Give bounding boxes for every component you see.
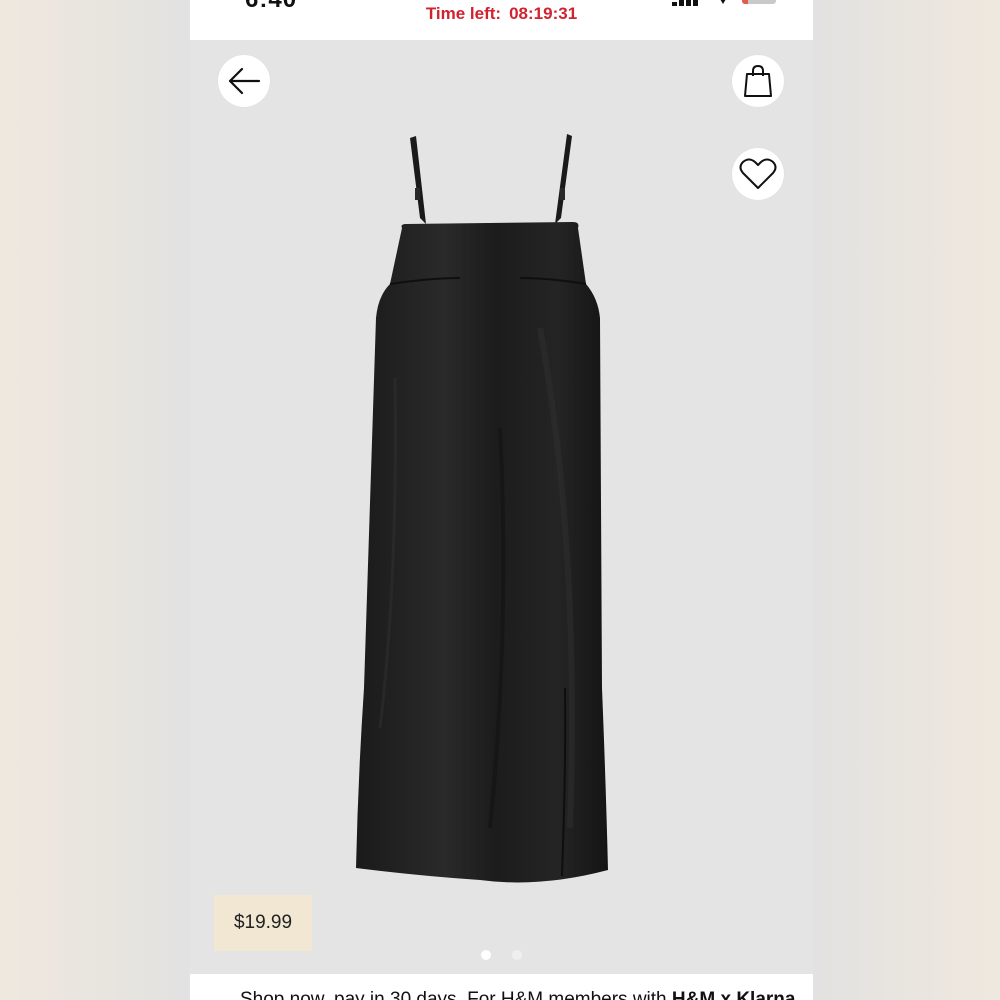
timer-label: Time left: xyxy=(425,4,502,23)
price-tag: $19.99 xyxy=(214,895,312,951)
battery-icon xyxy=(742,0,776,4)
price-value: $19.99 xyxy=(233,912,293,933)
timer-value: 08:19:31 xyxy=(509,4,578,23)
back-button[interactable] xyxy=(218,55,270,107)
shopping-bag-icon xyxy=(744,64,772,97)
signal-icon xyxy=(672,0,700,6)
shopping-bag-button[interactable] xyxy=(732,55,784,107)
promo-text: Shop now, pay in 30 days. For H&M member… xyxy=(240,989,795,1000)
carousel-dot[interactable] xyxy=(511,950,522,960)
status-bar: 6:40 Time left:08:19:31 xyxy=(190,0,813,40)
product-image-carousel[interactable]: $19.99 xyxy=(190,40,813,974)
carousel-dot[interactable] xyxy=(481,950,492,960)
heart-icon xyxy=(739,158,777,189)
promo-brand: H&M x Klarna xyxy=(671,989,796,1000)
product-image xyxy=(356,134,608,883)
arrow-left-icon xyxy=(228,67,261,95)
countdown-timer: Time left: 08:19:31 xyxy=(190,4,813,24)
carousel-dots xyxy=(190,947,813,965)
wifi-icon xyxy=(717,0,729,4)
phone-screen: 6:40 Time left:08:19:31 xyxy=(190,0,813,1000)
promo-text-pre: Shop now, pay in 30 days. For H&M member… xyxy=(240,989,667,1000)
favorite-button[interactable] xyxy=(732,148,784,200)
klarna-promo-bar[interactable]: Shop now, pay in 30 days. For H&M member… xyxy=(190,974,813,1000)
